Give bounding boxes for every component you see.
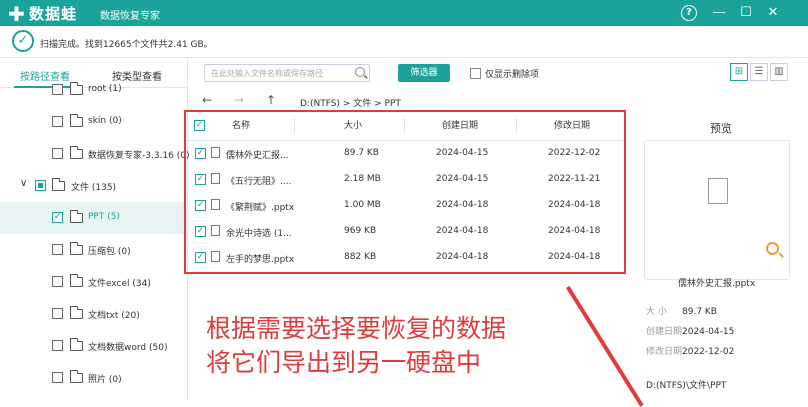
tree-checkbox[interactable] (52, 84, 63, 95)
preview-thumbnail (644, 140, 790, 280)
app-logo: ✚ 数据蛙 (8, 3, 77, 24)
tree-item-files[interactable]: ∨ 文件 (135) (0, 170, 187, 202)
tree-checkbox[interactable] (52, 340, 63, 351)
tree-item-root[interactable]: root (1) (0, 76, 187, 108)
grid-view-icon[interactable]: ⊞ (730, 63, 748, 81)
brand-name: 数据蛙 (29, 5, 78, 23)
logo-plus-icon: ✚ (8, 2, 26, 26)
size-label: 大 小 (646, 307, 667, 317)
tree-checkbox-partial[interactable] (35, 180, 46, 191)
annotation-line-1: 根据需要选择要恢复的数据 (206, 314, 507, 343)
tree-checkbox[interactable] (52, 276, 63, 287)
preview-modified-row: 修改日期2022-12-02 (646, 344, 734, 357)
show-deleted-checkbox[interactable] (470, 68, 481, 79)
show-deleted-toggle[interactable]: 仅显示删除项 (470, 67, 539, 80)
detail-view-icon[interactable]: ▥ (770, 63, 788, 81)
folder-icon (70, 114, 83, 127)
tree-item-label: 文件excel (34) (88, 279, 151, 289)
folder-icon (70, 146, 83, 159)
close-button[interactable]: ✕ (764, 4, 782, 22)
check-circle-icon: ✓ (12, 30, 34, 52)
tree-checkbox-checked[interactable]: ✓ (52, 212, 63, 223)
forward-arrow-icon[interactable]: → (234, 93, 244, 107)
created-label: 创建日期 (646, 327, 683, 337)
zoom-icon[interactable] (766, 242, 779, 255)
help-icon[interactable]: ? (681, 5, 697, 21)
tree-checkbox[interactable] (52, 244, 63, 255)
tree-item-label: PPT (5) (88, 212, 120, 222)
breadcrumb: D:(NTFS) > 文件 > PPT (300, 99, 401, 109)
tree-item-word[interactable]: 文档数据word (50) (0, 330, 187, 362)
modified-label: 修改日期 (646, 347, 683, 357)
scan-status-bar: ✓ 扫描完成。找到12665个文件共2.41 GB。 (0, 26, 808, 58)
preview-pane: 预览 儒林外史汇报.pptx 大 小 89.7 KB 创建日期2024-04-15… (632, 112, 808, 400)
tree-item-txt[interactable]: 文档txt (20) (0, 298, 187, 330)
modified-value: 2022-12-02 (682, 347, 735, 357)
preview-path: D:(NTFS)\文件\PPT (646, 381, 727, 391)
app-subtitle: 数据恢复专家 (100, 11, 160, 22)
title-bar: ✚ 数据蛙 数据恢复专家 ? — ☐ ✕ (0, 0, 808, 26)
preview-size-row: 大 小 89.7 KB (646, 304, 717, 317)
highlight-box (184, 110, 626, 274)
tree-item-ppt[interactable]: ✓ PPT (5) (0, 202, 187, 234)
search-input[interactable]: 在此处输入文件名称或保存路径 (204, 64, 370, 82)
tree-item-label: 文件 (135) (71, 183, 117, 193)
preview-title: 预览 (710, 122, 732, 135)
folder-tree-pane: 按路径查看 按类型查看 root (1) skin (0) 数据恢复专家-3.3… (0, 58, 190, 400)
tree-item-skin[interactable]: skin (0) (0, 106, 187, 138)
folder-icon (70, 306, 83, 319)
document-icon (708, 178, 728, 204)
tree-checkbox[interactable] (52, 116, 63, 127)
created-value: 2024-04-15 (682, 327, 735, 337)
annotation-line-2: 将它们导出到另一硬盘中 (206, 348, 482, 377)
tree-checkbox[interactable] (52, 148, 63, 159)
tree-item-label: 照片 (0) (88, 375, 122, 385)
folder-icon (70, 242, 83, 255)
back-arrow-icon[interactable]: ← (202, 93, 212, 107)
tree-item-recovery-expert[interactable]: 数据恢复专家-3.3.16 (0) (0, 138, 190, 170)
scan-status-text: 扫描完成。找到12665个文件共2.41 GB。 (40, 40, 213, 50)
file-toolbar: 在此处输入文件名称或保存路径 筛选器 仅显示删除项 ⊞ ☰ ▥ (188, 58, 808, 88)
tree-item-label: 数据恢复专家-3.3.16 (0) (88, 151, 190, 161)
folder-icon (70, 338, 83, 351)
annotation-text: 根据需要选择要恢复的数据 将它们导出到另一硬盘中 (206, 312, 506, 380)
chevron-down-icon[interactable]: ∨ (20, 178, 27, 189)
preview-filename: 儒林外史汇报.pptx (678, 279, 756, 289)
tree-item-label: 文档数据word (50) (88, 343, 168, 353)
list-view-icon[interactable]: ☰ (750, 63, 768, 81)
tree-item-label: skin (0) (88, 116, 122, 126)
path-navigation-bar: ← → ↑ D:(NTFS) > 文件 > PPT (188, 88, 628, 112)
show-deleted-label: 仅显示删除项 (485, 70, 540, 80)
tree-checkbox[interactable] (52, 372, 63, 383)
tree-item-archive[interactable]: 压缩包 (0) (0, 234, 187, 266)
preview-created-row: 创建日期2024-04-15 (646, 324, 734, 337)
folder-icon (70, 274, 83, 287)
tree-item-label: 文档txt (20) (88, 311, 140, 321)
filter-button[interactable]: 筛选器 (398, 64, 450, 82)
size-value: 89.7 KB (682, 307, 717, 317)
tree-item-excel[interactable]: 文件excel (34) (0, 266, 187, 298)
tree-item-label: 压缩包 (0) (88, 247, 131, 257)
tree-checkbox[interactable] (52, 308, 63, 319)
tree-item-label: root (1) (88, 84, 122, 94)
maximize-button[interactable]: ☐ (737, 4, 755, 22)
tree-item-photos[interactable]: 照片 (0) (0, 362, 187, 394)
folder-icon (70, 82, 83, 95)
minimize-button[interactable]: — (710, 4, 728, 22)
folder-icon (70, 210, 83, 223)
search-placeholder: 在此处输入文件名称或保存路径 (211, 69, 323, 78)
search-icon[interactable] (355, 67, 365, 77)
up-arrow-icon[interactable]: ↑ (266, 93, 276, 107)
folder-icon (52, 178, 65, 191)
folder-icon (70, 370, 83, 383)
